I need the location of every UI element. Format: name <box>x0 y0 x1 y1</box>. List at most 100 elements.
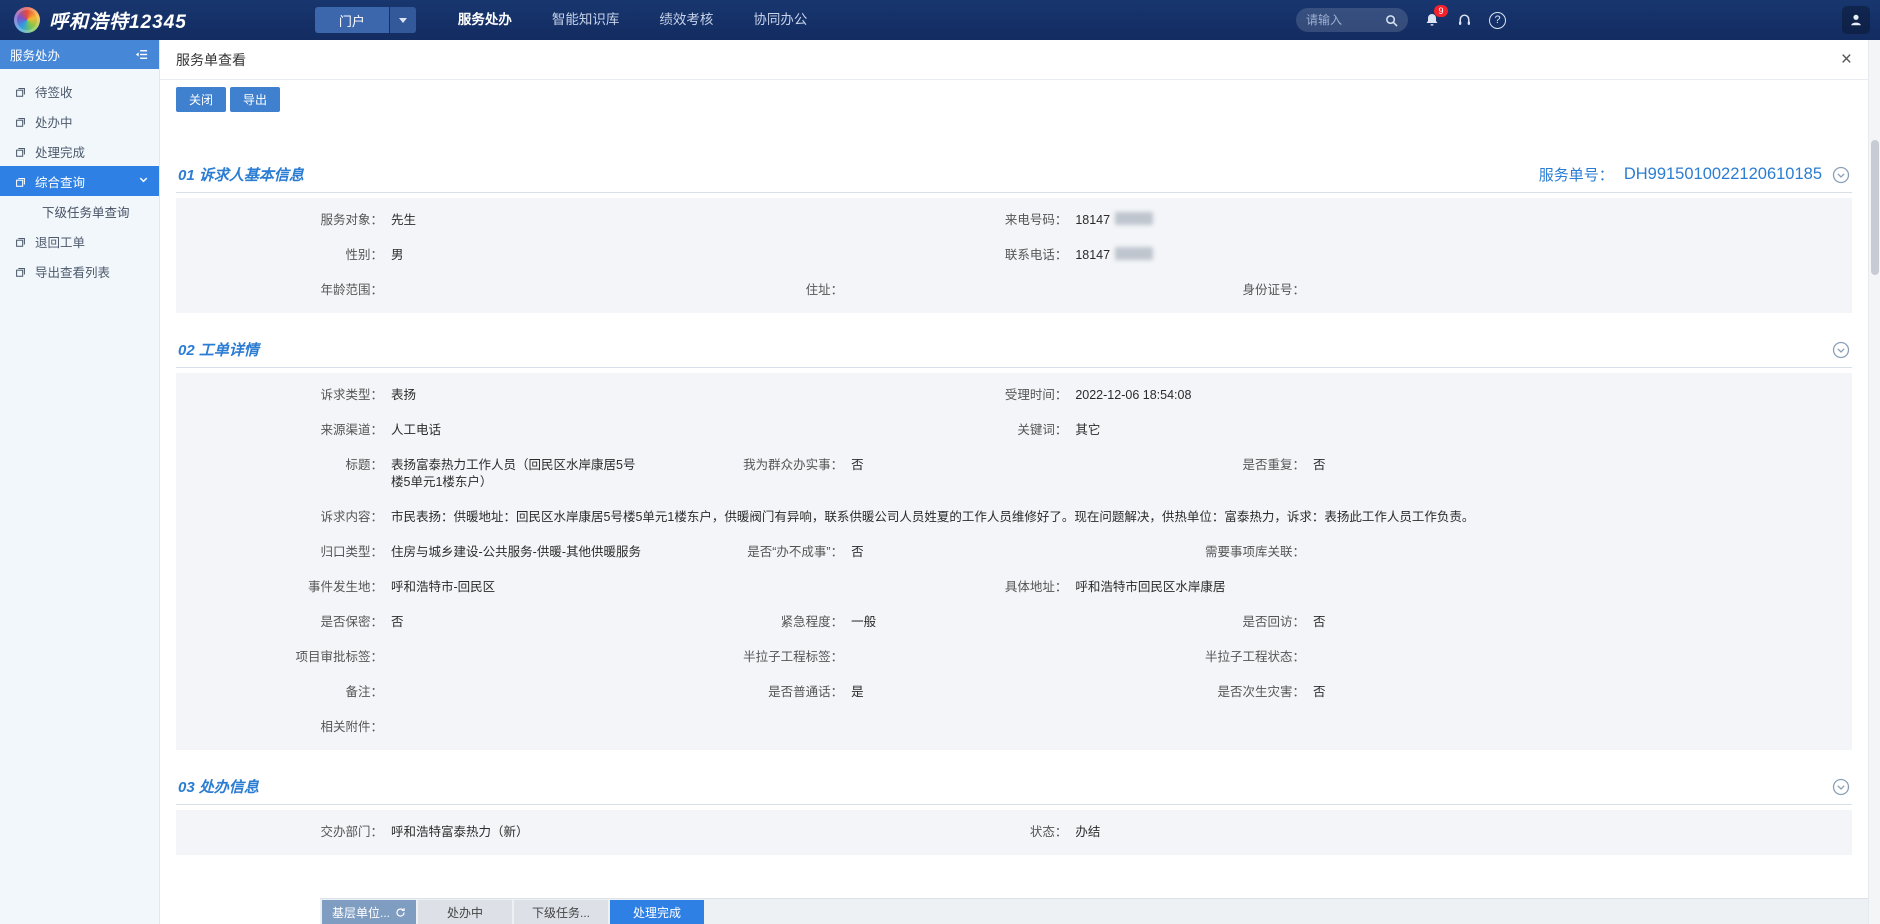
nav-item-collaboration[interactable]: 协同办公 <box>753 0 807 40</box>
portal-button[interactable]: 门户 <box>315 7 389 33</box>
field-value: 是 <box>851 684 864 701</box>
field-label: 我为群众办实事： <box>729 457 851 474</box>
collapse-chevron-icon[interactable] <box>1832 778 1850 796</box>
field-row: 是否保密：否 紧急程度：一般 是否回访：否 <box>176 605 1852 640</box>
field-label: 身份证号： <box>1190 282 1313 299</box>
sidebar: 服务处办 待签收 处办中 处理完成 <box>0 40 160 924</box>
field-value: 市民表扬：供暖地址：回民区水岸康居5号楼5单元1楼东户，供暖阀门有异响，联系供暖… <box>391 509 1504 526</box>
search-box <box>1296 8 1408 32</box>
field-label: 来电号码： <box>955 212 1075 229</box>
nav-item-performance[interactable]: 绩效考核 <box>659 0 713 40</box>
sidebar-items: 待签收 处办中 处理完成 综合查询 下级任务单查 <box>0 69 159 286</box>
headset-icon[interactable] <box>1456 12 1473 29</box>
field-row: 诉求内容：市民表扬：供暖地址：回民区水岸康居5号楼5单元1楼东户，供暖阀门有异响… <box>176 500 1852 535</box>
doc-icon <box>14 115 27 128</box>
field-label: 事件发生地： <box>176 579 391 596</box>
field-label: 受理时间： <box>955 387 1075 404</box>
sidebar-title: 服务处办 <box>10 45 60 64</box>
field-row: 年龄范围： 住址： 身份证号： <box>176 273 1852 308</box>
tab-base-units[interactable]: 基层单位... <box>322 900 416 924</box>
field-row: 归口类型：住房与城乡建设-公共服务-供暖-其他供暖服务 是否“办不成事”：否 需… <box>176 535 1852 570</box>
collapse-chevron-icon[interactable] <box>1832 341 1850 359</box>
field-label: 是否回访： <box>1190 614 1313 631</box>
sidebar-item-returned-orders[interactable]: 退回工单 <box>0 226 159 256</box>
field-label: 是否重复： <box>1190 457 1313 474</box>
close-button[interactable]: 关闭 <box>176 87 226 112</box>
field-label: 是否普通话： <box>729 684 851 701</box>
logo-text: 呼和浩特12345 <box>49 7 187 34</box>
field-value: 呼和浩特市回民区水岸康居 <box>1075 579 1225 596</box>
field-row: 事件发生地：呼和浩特市-回民区 具体地址：呼和浩特市回民区水岸康居 <box>176 570 1852 605</box>
field-label: 住址： <box>729 282 851 299</box>
nav-item-service[interactable]: 服务处办 <box>458 0 512 40</box>
notifications-bell-icon[interactable]: 9 <box>1424 12 1440 28</box>
tab-processing[interactable]: 处办中 <box>418 900 512 924</box>
portal-dropdown-button[interactable] <box>390 7 416 33</box>
field-label: 性别： <box>176 247 391 264</box>
field-value: 否 <box>851 457 864 474</box>
field-label: 服务对象： <box>176 212 391 229</box>
field-row: 相关附件： <box>176 710 1852 745</box>
vertical-scrollbar <box>1868 40 1880 924</box>
doc-icon <box>14 145 27 158</box>
field-label: 诉求内容： <box>176 509 391 526</box>
export-button[interactable]: 导出 <box>230 87 280 112</box>
topbar: 呼和浩特12345 门户 服务处办 智能知识库 绩效考核 协同办公 9 <box>0 0 1880 40</box>
section-03-header: 03 处办信息 <box>176 766 1852 805</box>
doc-icon <box>14 265 27 278</box>
doc-icon <box>14 85 27 98</box>
field-value: 呼和浩特富泰热力（新） <box>391 824 529 841</box>
field-row: 来源渠道：人工电话 关键词：其它 <box>176 413 1852 448</box>
service-no-value: DH9915010022120610185 <box>1624 165 1822 184</box>
app-logo: 呼和浩特12345 <box>14 7 187 34</box>
sidebar-item-completed[interactable]: 处理完成 <box>0 136 159 166</box>
sidebar-item-pending-sign[interactable]: 待签收 <box>0 76 159 106</box>
nav-item-knowledge[interactable]: 智能知识库 <box>552 0 620 40</box>
sidebar-item-processing[interactable]: 处办中 <box>0 106 159 136</box>
field-label: 诉求类型： <box>176 387 391 404</box>
field-value: 男 <box>391 247 404 264</box>
form-content: 01 诉求人基本信息 服务单号： DH9915010022120610185 服… <box>160 154 1868 898</box>
section-02-title: 02 工单详情 <box>178 339 259 360</box>
toolbar: 关闭 导出 <box>160 80 1868 118</box>
refresh-icon <box>395 907 406 918</box>
collapse-chevron-icon[interactable] <box>1832 166 1850 184</box>
tab-completed[interactable]: 处理完成 <box>610 900 704 924</box>
search-input[interactable] <box>1306 13 1385 27</box>
field-value: 否 <box>1313 684 1326 701</box>
tab-subordinate-tasks[interactable]: 下级任务... <box>514 900 608 924</box>
field-value: 人工电话 <box>391 422 441 439</box>
field-value: 先生 <box>391 212 416 229</box>
field-value: 否 <box>1313 457 1326 474</box>
collapse-menu-icon[interactable] <box>134 47 149 62</box>
sidebar-item-comprehensive-query[interactable]: 综合查询 <box>0 166 159 196</box>
field-value: 表扬 <box>391 387 416 404</box>
portal-menu: 门户 <box>315 7 416 33</box>
doc-icon <box>14 235 27 248</box>
field-value: 呼和浩特市-回民区 <box>391 579 495 596</box>
field-label: 关键词： <box>955 422 1075 439</box>
field-value: 其它 <box>1075 422 1100 439</box>
field-label: 是否“办不成事”： <box>729 544 851 561</box>
field-value: 住房与城乡建设-公共服务-供暖-其他供暖服务 <box>391 544 641 561</box>
field-label: 是否保密： <box>176 614 391 631</box>
section-03-panel: 交办部门：呼和浩特富泰热力（新） 状态：办结 <box>176 810 1852 855</box>
search-icon[interactable] <box>1385 14 1398 27</box>
section-03-title: 03 处办信息 <box>178 776 259 797</box>
field-row: 服务对象：先生 来电号码：18147 <box>176 203 1852 238</box>
user-profile-icon[interactable] <box>1842 6 1870 34</box>
topbar-right: 9 ? <box>1296 8 1866 32</box>
field-label: 项目审批标签： <box>176 649 391 666</box>
field-value: 办结 <box>1075 824 1100 841</box>
close-icon[interactable]: × <box>1841 50 1852 69</box>
help-icon[interactable]: ? <box>1489 12 1506 29</box>
field-value: 一般 <box>851 614 876 631</box>
section-02-header: 02 工单详情 <box>176 329 1852 368</box>
page-title: 服务单查看 <box>176 50 246 70</box>
vertical-scrollbar-thumb[interactable] <box>1871 140 1879 275</box>
sidebar-item-export-list[interactable]: 导出查看列表 <box>0 256 159 286</box>
field-label: 相关附件： <box>176 719 391 736</box>
field-label: 来源渠道： <box>176 422 391 439</box>
field-label: 状态： <box>955 824 1075 841</box>
sidebar-item-subordinate-task-query[interactable]: 下级任务单查询 <box>0 196 159 226</box>
